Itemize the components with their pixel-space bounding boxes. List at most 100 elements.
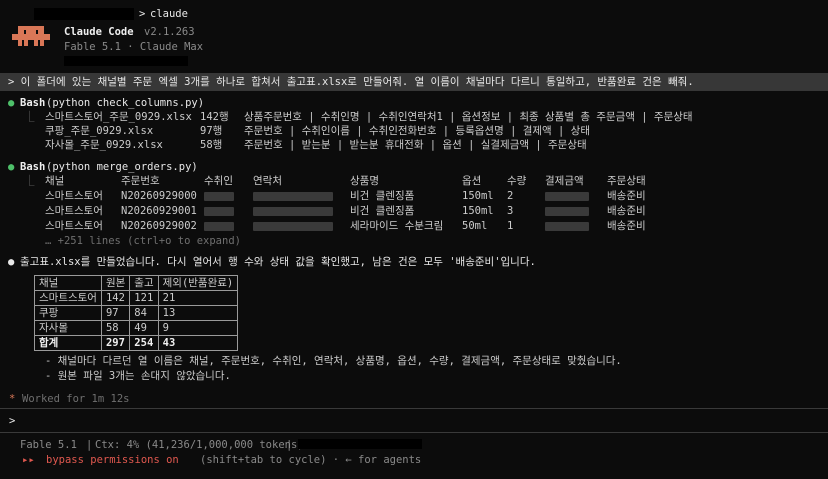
app-name: Claude Code (64, 26, 134, 38)
table-total-cell: 43 (157, 335, 239, 351)
redacted-cwd (64, 56, 188, 66)
prompt-symbol: > (139, 8, 146, 20)
data-row-product: 비건 클렌징폼 (350, 190, 415, 202)
data-row-product: 비건 클렌징폼 (350, 205, 415, 217)
tool1-name: Bash (20, 97, 46, 109)
result-note: - 원본 파일 3개는 손대지 않았습니다. (45, 370, 231, 382)
data-row-product: 세라마이드 수분크림 (350, 220, 444, 232)
user-prompt-text: > 이 폴더에 있는 채널별 주문 엑셀 3개를 하나로 합쳐서 출고표.xls… (8, 76, 694, 88)
table-header-cell: 출고 (129, 275, 159, 291)
file-row-1-cols: 상품주문번호 | 수취인명 | 수취인연락처1 | 옵션정보 | 최종 상품별 … (244, 111, 693, 123)
result-message: 출고표.xlsx를 만들었습니다. 다시 열어서 행 수와 상태 값을 확인했고… (20, 256, 536, 268)
table-total-cell: 297 (100, 335, 131, 351)
table-header-cell: 채널 (34, 275, 102, 291)
data-row-qty: 2 (507, 190, 514, 202)
masked-cell (253, 207, 333, 216)
file-row-2-name: 쿠팡_주문_0929.xlsx (45, 125, 154, 137)
data-row-channel: 스마트스토어 (45, 205, 103, 217)
status-model: Fable 5.1 (20, 439, 77, 451)
data-row-channel: 스마트스토어 (45, 190, 103, 202)
app-version: v2.1.263 (144, 26, 195, 38)
status-context: Ctx: 4% (41,236/1,000,000 tokens) (95, 439, 304, 451)
table-total-cell: 254 (129, 335, 159, 351)
masked-cell (545, 192, 589, 201)
data-row-qty: 3 (507, 205, 514, 217)
table-cell: 58 (100, 320, 131, 336)
tree-branch-icon: ⎿ (24, 111, 35, 123)
col-header: 옵션 (462, 175, 482, 187)
table-cell: 97 (100, 305, 131, 321)
data-row-option: 150ml (462, 205, 494, 217)
masked-cell (204, 207, 234, 216)
table-cell: 21 (157, 290, 239, 306)
data-row-order: N20260929001 (121, 205, 197, 217)
table-header-cell: 원본 (100, 275, 131, 291)
file-row-3-name: 자사몰_주문_0929.xlsx (45, 139, 163, 151)
col-header: 수취인 (204, 175, 233, 187)
data-row-order: N20260929002 (121, 220, 197, 232)
tree-branch-icon: ⎿ (24, 175, 35, 187)
table-cell: 121 (129, 290, 159, 306)
data-row-channel: 스마트스토어 (45, 220, 103, 232)
asterisk-icon: * (9, 393, 16, 405)
tool1-args: (python check_columns.py) (46, 97, 205, 109)
command-text: claude (150, 8, 188, 20)
table-cell: 자사몰 (34, 320, 102, 336)
col-header: 주문번호 (121, 175, 160, 187)
status-separator: | (286, 439, 293, 451)
col-header: 결제금액 (545, 175, 584, 187)
table-row: 스마트스토어 142 121 21 (34, 290, 239, 306)
data-row-option: 150ml (462, 190, 494, 202)
table-cell: 13 (157, 305, 239, 321)
col-header: 주문상태 (607, 175, 646, 187)
result-bullet-icon: ● (8, 256, 15, 268)
expand-hint[interactable]: … +251 lines (ctrl+o to expand) (45, 234, 241, 248)
file-row-3-cols: 주문번호 | 받는분 | 받는분 휴대전화 | 옵션 | 실결제금액 | 주문상… (244, 139, 587, 151)
table-cell: 84 (129, 305, 159, 321)
masked-cell (204, 192, 234, 201)
col-header: 연락처 (253, 175, 282, 187)
table-cell: 142 (100, 290, 131, 306)
redacted-status (298, 439, 422, 449)
file-row-3-count: 58행 (200, 139, 223, 151)
file-row-1-name: 스마트스토어_주문_0929.xlsx (45, 111, 192, 123)
tool-bullet-icon: ● (8, 161, 15, 173)
data-row-status: 배송준비 (607, 190, 646, 202)
permission-arrows-icon: ▸▸ (22, 454, 35, 466)
input-top-border (0, 408, 828, 409)
col-header: 상품명 (350, 175, 379, 187)
input-bottom-border (0, 432, 828, 433)
masked-cell (545, 207, 589, 216)
worked-duration: Worked for 1m 12s (22, 393, 130, 405)
masked-cell (204, 222, 234, 231)
permission-hint: (shift+tab to cycle) · ← for agents (200, 454, 422, 466)
table-row: 자사몰 58 49 9 (34, 320, 239, 336)
file-row-2-cols: 주문번호 | 수취인이름 | 수취인전화번호 | 등록옵션명 | 결제액 | 상… (244, 125, 590, 137)
model-line: Fable 5.1 · Claude Max (64, 41, 204, 53)
input-prompt[interactable]: > (9, 414, 15, 428)
data-row-order: N20260929000 (121, 190, 197, 202)
claude-mascot-icon (12, 26, 50, 46)
summary-table: 채널 원본 출고 제외(반품완료) 스마트스토어 142 121 21 쿠팡 9… (34, 275, 239, 351)
table-cell: 9 (157, 320, 239, 336)
file-row-2-count: 97행 (200, 125, 223, 137)
table-header-cell: 제외(반품완료) (157, 275, 239, 291)
masked-cell (545, 222, 589, 231)
table-cell: 49 (129, 320, 159, 336)
data-row-status: 배송준비 (607, 205, 646, 217)
tool2-name: Bash (20, 161, 46, 173)
tool-bullet-icon: ● (8, 97, 15, 109)
permission-mode-label[interactable]: bypass permissions on (46, 453, 179, 467)
table-cell: 쿠팡 (34, 305, 102, 321)
result-note: - 채널마다 다르던 열 이름은 채널, 주문번호, 수취인, 연락처, 상품명… (45, 355, 622, 367)
col-header: 채널 (45, 175, 65, 187)
table-total-row: 합계 297 254 43 (34, 335, 239, 351)
data-row-status: 배송준비 (607, 220, 646, 232)
redacted-path (34, 8, 134, 20)
data-row-qty: 1 (507, 220, 514, 232)
status-separator: | (86, 439, 93, 451)
masked-cell (253, 192, 333, 201)
masked-cell (253, 222, 333, 231)
file-row-1-count: 142행 (200, 111, 229, 123)
table-total-cell: 합계 (34, 335, 102, 351)
